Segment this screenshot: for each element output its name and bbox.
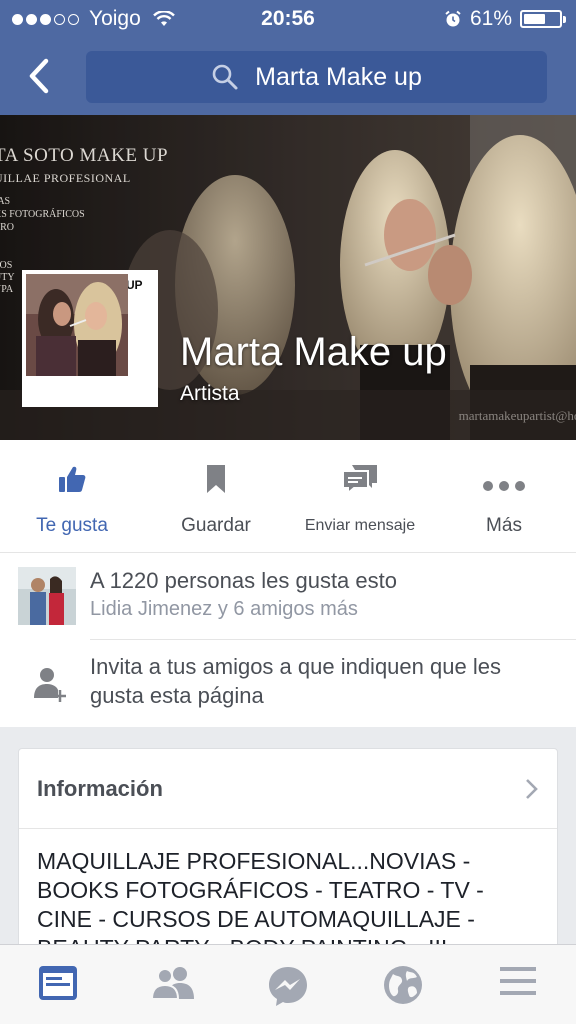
like-button-label: Te gusta: [36, 515, 108, 536]
alarm-icon: [445, 10, 461, 27]
add-friend-icon: [34, 668, 66, 702]
more-button[interactable]: Más: [432, 440, 576, 553]
send-message-button[interactable]: Enviar mensaje: [288, 440, 432, 553]
cover-photo[interactable]: TA SOTO MAKE UP UILLAE PROFESIONAL IAS K…: [0, 115, 576, 440]
info-title: Información: [37, 776, 163, 801]
cover-caption-line: TRO: [0, 222, 14, 233]
status-right: 61%: [444, 7, 566, 31]
invite-friends-text: Invita a tus amigos a que indiquen que l…: [90, 654, 501, 708]
tab-notifications[interactable]: [345, 945, 460, 1024]
likes-section: A 1220 personas les gusta esto Lidia Jim…: [0, 553, 576, 727]
status-bar: Yoigo 20:56 61%: [0, 0, 576, 40]
profile-photo: [26, 274, 128, 376]
tab-menu[interactable]: [460, 945, 575, 1024]
search-icon: [212, 64, 238, 90]
page-actions: Te gusta Guardar Enviar mensaje Más: [0, 440, 576, 553]
cover-caption-line: KS FOTOGRÁFICOS: [0, 209, 85, 220]
likes-summary[interactable]: A 1220 personas les gusta esto Lidia Jim…: [0, 553, 576, 639]
menu-icon: [499, 967, 536, 995]
info-header[interactable]: Información: [19, 749, 557, 829]
profile-picture-frame: #MARTA MAKE UP: [26, 274, 154, 403]
send-message-label: Enviar mensaje: [304, 517, 416, 534]
cover-caption-title: TA SOTO MAKE UP: [0, 145, 169, 166]
like-button[interactable]: Te gusta: [0, 440, 144, 553]
friends-icon: [150, 967, 194, 1000]
save-button-label: Guardar: [181, 515, 251, 536]
save-button[interactable]: Guardar: [144, 440, 288, 553]
cover-caption-line: IAS: [0, 196, 11, 207]
friends-photo: [18, 567, 76, 625]
page-category[interactable]: Artista: [180, 382, 240, 406]
cover-caption-subtitle: UILLAE PROFESIONAL: [0, 171, 131, 185]
page-title: Marta Make up: [180, 330, 447, 374]
chevron-right-icon: [526, 779, 538, 799]
message-icon: [342, 465, 377, 494]
invite-friends-row[interactable]: Invita a tus amigos a que indiquen que l…: [0, 640, 576, 727]
back-arrow-icon[interactable]: [22, 55, 62, 97]
tab-bar: [0, 944, 576, 1024]
more-icon: [483, 481, 525, 491]
battery-icon: [520, 10, 566, 28]
more-button-label: Más: [486, 515, 522, 536]
thumbs-up-icon: [59, 466, 86, 492]
battery-level: [524, 14, 545, 24]
app-root: { "status_bar": { "carrier": "Yoigo", "t…: [0, 0, 576, 1024]
friends-who-like: Lidia Jimenez y 6 amigos más: [90, 598, 358, 620]
globe-icon: [383, 966, 422, 1004]
tab-messenger[interactable]: [230, 945, 345, 1024]
search-query: Marta Make up: [255, 62, 422, 91]
cover-watermark: martamakeupartist@hot: [458, 408, 576, 423]
tab-news-feed[interactable]: [0, 945, 115, 1024]
tab-friends[interactable]: [115, 945, 230, 1024]
profile-picture[interactable]: #MARTA MAKE UP: [22, 270, 158, 407]
search-bar[interactable]: Marta Make up: [86, 51, 547, 103]
likes-count: A 1220 personas les gusta esto: [90, 568, 397, 593]
cover-caption-list: IAS KS FOTOGRÁFICOS TRO: [0, 195, 168, 234]
battery-percent: 61%: [469, 7, 512, 30]
messenger-icon: [268, 967, 307, 1006]
top-bar: Yoigo 20:56 61% Marta Make up: [0, 0, 576, 115]
news-feed-icon: [38, 966, 77, 1000]
bookmark-icon: [207, 465, 225, 493]
